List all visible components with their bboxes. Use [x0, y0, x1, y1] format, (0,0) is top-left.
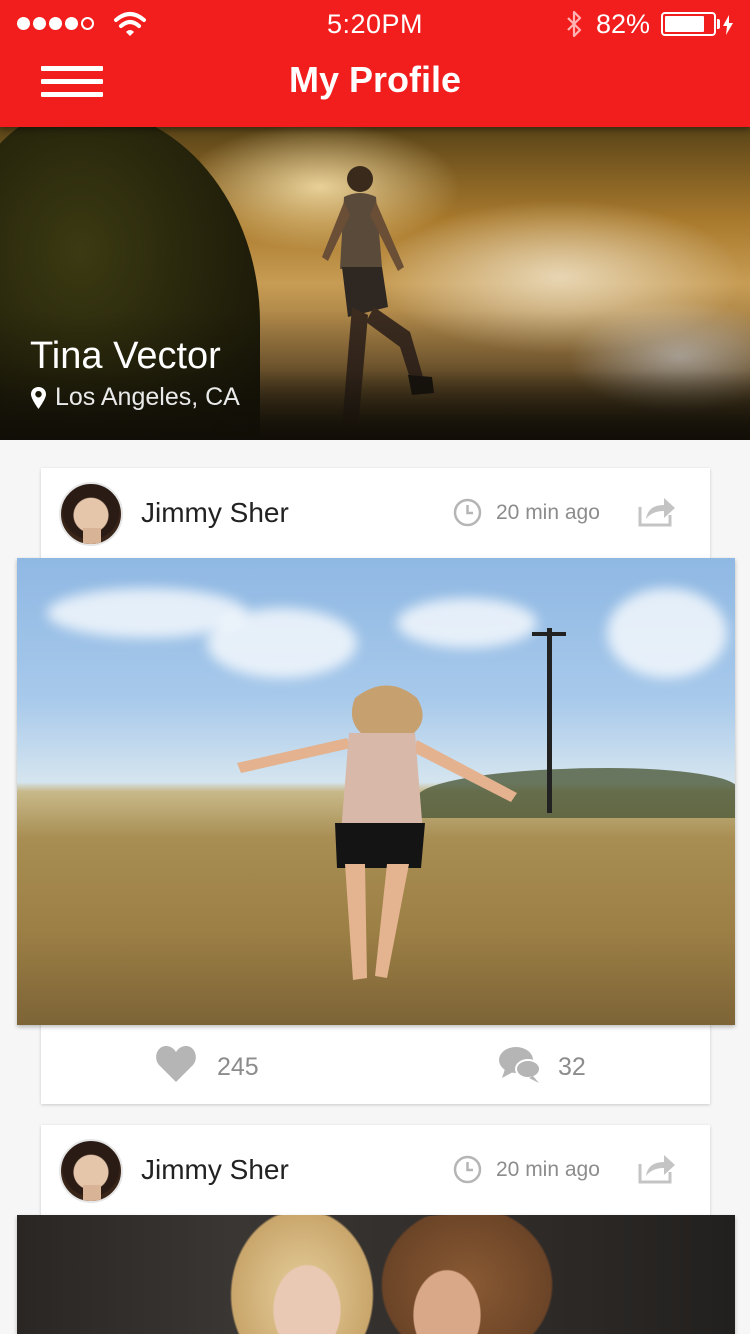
- profile-location: Los Angeles, CA: [31, 383, 240, 412]
- status-bar: 5:20PM 82%: [0, 0, 750, 48]
- post-author[interactable]: Jimmy Sher: [141, 497, 289, 529]
- comments-count: 32: [558, 1053, 586, 1081]
- post-time-ago: 20 min ago: [496, 1158, 600, 1181]
- app-header: 5:20PM 82% My Profile: [0, 0, 750, 127]
- comment-bubble-icon[interactable]: [499, 1045, 541, 1085]
- avatar[interactable]: [59, 1139, 123, 1203]
- post-actions: 245 32: [41, 1026, 710, 1104]
- likes-count: 245: [217, 1053, 259, 1081]
- post-header: Jimmy Sher 20 min ago: [41, 1125, 710, 1215]
- post-photo[interactable]: [17, 1215, 735, 1334]
- bluetooth-icon: [567, 10, 582, 38]
- heart-icon[interactable]: [155, 1045, 197, 1083]
- post-author[interactable]: Jimmy Sher: [141, 1154, 289, 1186]
- charging-bolt-icon: [723, 15, 733, 35]
- battery-percent: 82%: [596, 9, 651, 39]
- man-portrait: [357, 1215, 587, 1334]
- share-icon[interactable]: [638, 495, 676, 527]
- page-title: My Profile: [288, 59, 462, 100]
- battery-icon: [661, 12, 716, 36]
- post-time-ago: 20 min ago: [496, 501, 600, 524]
- map-pin-icon: [31, 386, 46, 409]
- clock-icon: [453, 1155, 482, 1184]
- profile-cover-photo: Tina Vector Los Angeles, CA: [0, 127, 750, 440]
- profile-location-label: Los Angeles, CA: [55, 383, 240, 411]
- post-photo[interactable]: [17, 558, 735, 1025]
- clock-icon: [453, 498, 482, 527]
- share-icon[interactable]: [638, 1152, 676, 1184]
- post-header: Jimmy Sher 20 min ago: [41, 468, 710, 558]
- avatar[interactable]: [59, 482, 123, 546]
- profile-name: Tina Vector: [30, 335, 221, 377]
- girl-figure: [237, 685, 517, 980]
- battery-tip: [717, 19, 720, 29]
